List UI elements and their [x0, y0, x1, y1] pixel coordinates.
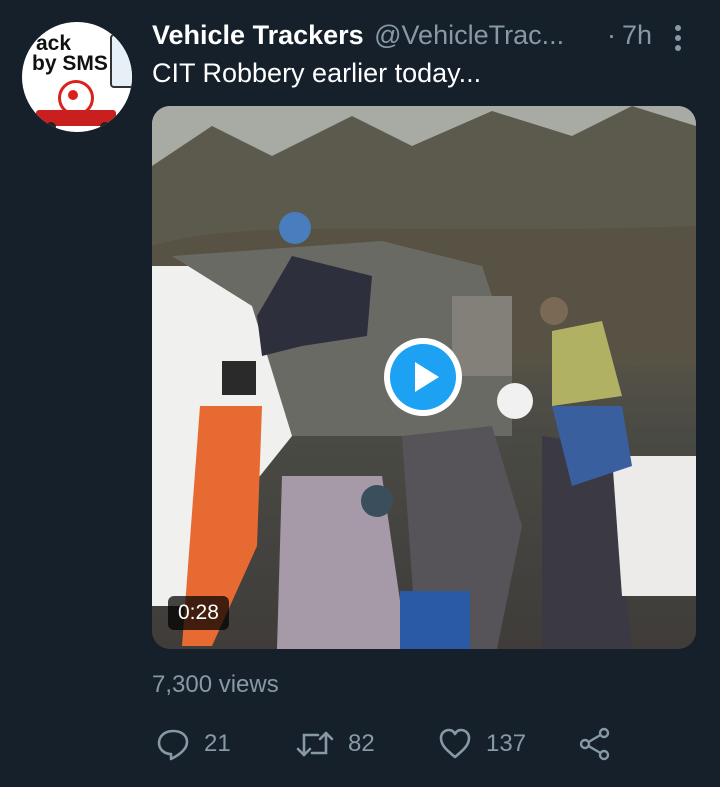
truck-wheel	[100, 122, 110, 132]
tweet-header: Vehicle Trackers @VehicleTrac... · 7h	[152, 20, 692, 54]
avatar-logo-line1: ack	[36, 32, 72, 55]
separator: ·	[607, 20, 616, 50]
more-vertical-icon[interactable]	[670, 24, 686, 52]
retweet-icon	[296, 731, 334, 757]
view-count: 7,300 views	[152, 671, 279, 698]
pin-dot	[68, 90, 78, 100]
reply-count: 21	[204, 730, 231, 757]
video-player[interactable]: 0:28	[152, 106, 696, 649]
share-icon	[579, 727, 610, 761]
tweet[interactable]: ack by SMS Vehicle Trackers @VehicleTrac…	[0, 0, 720, 787]
play-button[interactable]	[384, 338, 462, 416]
display-name[interactable]: Vehicle Trackers	[152, 20, 364, 50]
retweet-count: 82	[348, 730, 375, 757]
avatar-logo-line2: by SMS	[32, 52, 108, 75]
like-button[interactable]: 137	[438, 724, 526, 764]
tweet-text: CIT Robbery earlier today...	[152, 58, 482, 88]
play-button-circle	[390, 344, 456, 410]
heart-icon	[439, 728, 471, 759]
timestamp[interactable]: 7h	[622, 20, 652, 51]
like-count: 137	[486, 730, 527, 757]
reply-icon	[157, 729, 189, 761]
truck-wheel	[46, 122, 56, 132]
avatar[interactable]: ack by SMS	[22, 22, 132, 132]
phone-icon	[110, 34, 132, 88]
user-handle[interactable]: @VehicleTrac...	[374, 20, 564, 50]
play-icon	[415, 362, 439, 392]
video-duration-badge: 0:28	[168, 596, 229, 630]
share-button[interactable]	[578, 724, 612, 764]
action-bar: 21 82 137	[152, 724, 692, 764]
reply-button[interactable]: 21	[156, 724, 231, 764]
retweet-button[interactable]: 82	[296, 724, 375, 764]
